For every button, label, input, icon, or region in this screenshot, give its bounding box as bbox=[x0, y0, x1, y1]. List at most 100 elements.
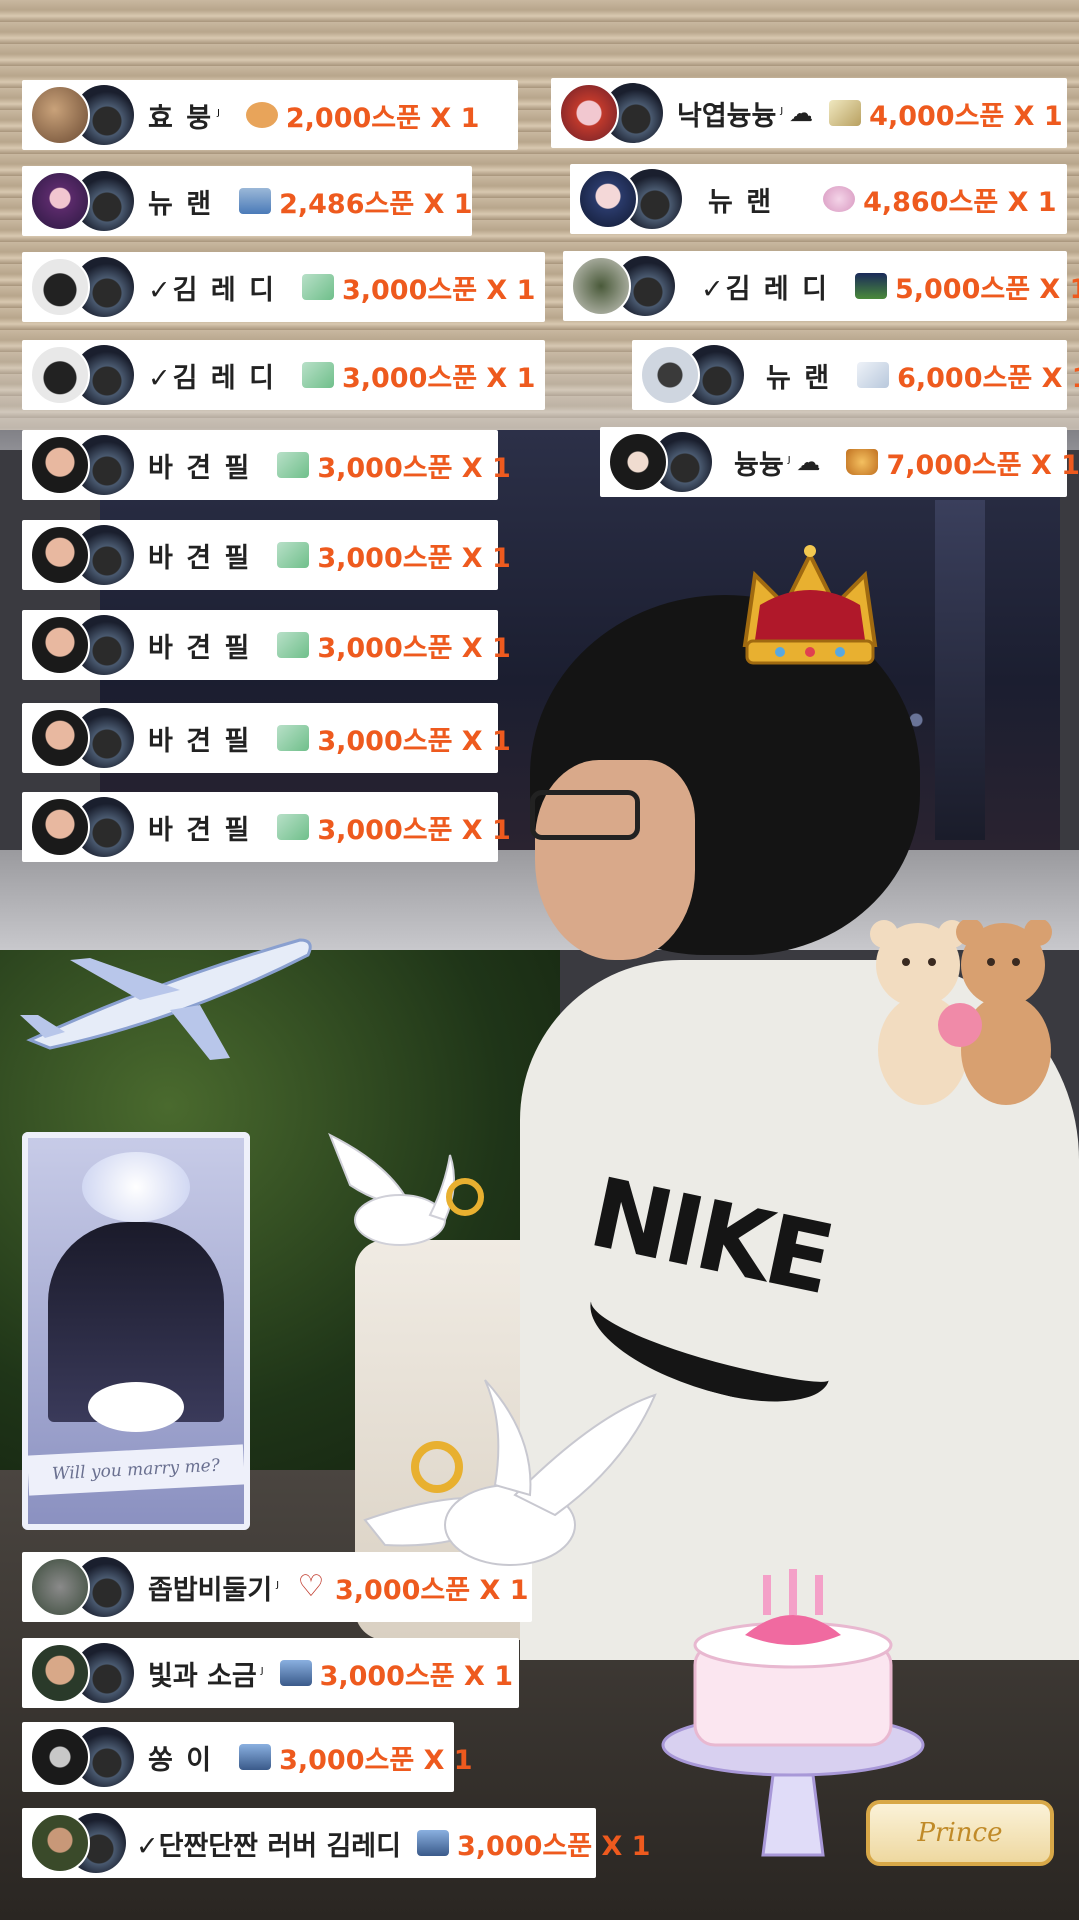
donation-row: 쏭 이 3,000스푼 X 1 bbox=[22, 1722, 473, 1792]
donation-row: 바 견 필 3,000스푼 X 1 bbox=[22, 520, 511, 590]
donor-name: 바 견 필 bbox=[148, 542, 252, 574]
donation-row: ✓단짠단짠 러버 김레디 3,000스푼 X 1 bbox=[22, 1808, 650, 1878]
donation-amount: 3,000스푼 X 1 bbox=[341, 362, 536, 394]
avatar bbox=[30, 525, 90, 585]
city-icon bbox=[279, 1660, 312, 1686]
city-icon bbox=[239, 1744, 272, 1770]
donor-name: 뉴 랜 bbox=[766, 362, 832, 394]
teddy-bears-sticker bbox=[870, 920, 1052, 1105]
donor-name: 뉴 랜 bbox=[708, 186, 774, 218]
donation-row: 바 견 필 3,000스푼 X 1 bbox=[22, 792, 511, 862]
ticket-icon bbox=[277, 814, 310, 840]
donor-name: ✓김 레 디 bbox=[148, 274, 276, 306]
donation-row: 낙엽늉늉 ᴶ ☁ 4,000스푼 X 1 bbox=[551, 78, 1067, 148]
donation-amount: 4,000스푼 X 1 bbox=[869, 100, 1063, 132]
donor-name: ✓단짠단짠 러버 김레디 bbox=[136, 1830, 401, 1862]
avatar bbox=[30, 435, 90, 495]
avatar-pair bbox=[30, 1813, 130, 1873]
card-icon bbox=[829, 100, 862, 126]
avatar-pair bbox=[640, 345, 748, 405]
avatar-pair bbox=[30, 257, 138, 317]
swans-icon bbox=[88, 1382, 184, 1432]
donation-row: ✓김 레 디 3,000스푼 X 1 bbox=[22, 252, 545, 322]
donor-name: 바 견 필 bbox=[148, 452, 252, 484]
donor-suffix: ᴶ bbox=[780, 104, 784, 122]
ticket-icon bbox=[277, 725, 310, 751]
donation-amount: 3,000스푼 X 1 bbox=[279, 1744, 473, 1776]
crown-sticker bbox=[742, 545, 878, 665]
donation-amount: 7,000스푼 X 1 bbox=[886, 449, 1079, 481]
avatar bbox=[30, 708, 90, 768]
crown-icon bbox=[846, 449, 879, 475]
donor-name: 바 견 필 bbox=[148, 725, 252, 757]
donation-row: ✓김 레 디 5,000스푼 X 1 bbox=[563, 251, 1079, 321]
teddy-bear-icon bbox=[245, 102, 278, 128]
card-icon bbox=[857, 362, 890, 388]
avatar bbox=[608, 432, 668, 492]
donation-row: 늉늉 ᴶ ☁ 7,000스푼 X 1 bbox=[600, 427, 1079, 497]
donor-name: 늉늉 bbox=[734, 449, 784, 481]
avatar-pair bbox=[30, 615, 138, 675]
donation-amount: 3,000스푼 X 1 bbox=[317, 725, 511, 757]
proposal-card-text: Will you marry me? bbox=[27, 1444, 245, 1496]
avatar bbox=[571, 256, 631, 316]
doves-ring-sticker bbox=[363, 1379, 657, 1566]
avatar-pair bbox=[559, 83, 667, 143]
donation-row: 바 견 필 3,000스푼 X 1 bbox=[22, 430, 511, 500]
donation-row: 뉴 랜 6,000스푼 X 1 bbox=[632, 340, 1079, 410]
donation-amount: 5,000스푼 X 1 bbox=[894, 273, 1079, 305]
avatar bbox=[30, 615, 90, 675]
proposal-card-sticker: Will you marry me? bbox=[22, 1132, 250, 1530]
avatar-pair bbox=[30, 1557, 138, 1617]
ribbon-bow-icon bbox=[82, 1152, 190, 1222]
donation-row: 바 견 필 3,000스푼 X 1 bbox=[22, 703, 511, 773]
avatar bbox=[30, 257, 90, 317]
ticket-icon bbox=[277, 452, 310, 478]
avatar bbox=[640, 345, 700, 405]
donation-amount: 3,000스푼 X 1 bbox=[456, 1830, 651, 1862]
donor-name: 바 견 필 bbox=[148, 814, 252, 846]
donation-amount: 3,000스푼 X 1 bbox=[317, 542, 511, 574]
avatar bbox=[30, 345, 90, 405]
cake-icon bbox=[823, 186, 856, 212]
donation-amount: 4,860스푼 X 1 bbox=[863, 186, 1057, 218]
avatar-pair bbox=[30, 1643, 138, 1703]
dove-ring-sticker bbox=[328, 1132, 484, 1246]
donor-suffix: ᴶ bbox=[276, 1578, 279, 1596]
donor-name: ✓김 레 디 bbox=[148, 362, 276, 394]
donor-name: ✓김 레 디 bbox=[701, 273, 829, 305]
donation-amount: 2,000스푼 X 1 bbox=[285, 102, 480, 134]
donation-row: 빛과 소금 ᴶ 3,000스푼 X 1 bbox=[22, 1638, 519, 1708]
donation-row: 뉴 랜 4,860스푼 X 1 bbox=[570, 164, 1067, 234]
avatar-pair bbox=[608, 432, 716, 492]
ticket-icon bbox=[277, 542, 310, 568]
avatar bbox=[578, 169, 638, 229]
avatar bbox=[30, 85, 90, 145]
glasses bbox=[530, 790, 640, 840]
avatar-pair bbox=[30, 1727, 138, 1787]
avatar-pair bbox=[30, 345, 138, 405]
donor-suffix: ᴶ bbox=[260, 1664, 264, 1682]
donation-amount: 3,000스푼 X 1 bbox=[317, 814, 511, 846]
avatar bbox=[30, 171, 90, 231]
donation-amount: 6,000스푼 X 1 bbox=[897, 362, 1079, 394]
donation-amount: 3,000스푼 X 1 bbox=[319, 1660, 514, 1692]
airplane-sticker bbox=[20, 938, 312, 1060]
cloud-icon: ☁ bbox=[789, 99, 814, 127]
donation-row: 효 붕ᴶ 2,000스푼 X 1 bbox=[22, 80, 518, 150]
donation-row: 바 견 필 3,000스푼 X 1 bbox=[22, 610, 511, 680]
cloud-icon: ☁ bbox=[796, 448, 821, 476]
ticket-icon bbox=[277, 632, 310, 658]
avatar bbox=[30, 1727, 90, 1787]
avatar-pair bbox=[30, 797, 138, 857]
city-icon bbox=[416, 1830, 449, 1856]
prince-badge: Prince bbox=[866, 1800, 1054, 1866]
cake-icon bbox=[239, 188, 272, 214]
donor-name: 뉴 랜 bbox=[148, 188, 214, 220]
avatar bbox=[30, 1557, 90, 1617]
avatar-pair bbox=[30, 525, 138, 585]
avatar bbox=[30, 1643, 90, 1703]
avatar-pair bbox=[30, 708, 138, 768]
avatar-pair bbox=[30, 171, 138, 231]
avatar bbox=[30, 1813, 90, 1873]
